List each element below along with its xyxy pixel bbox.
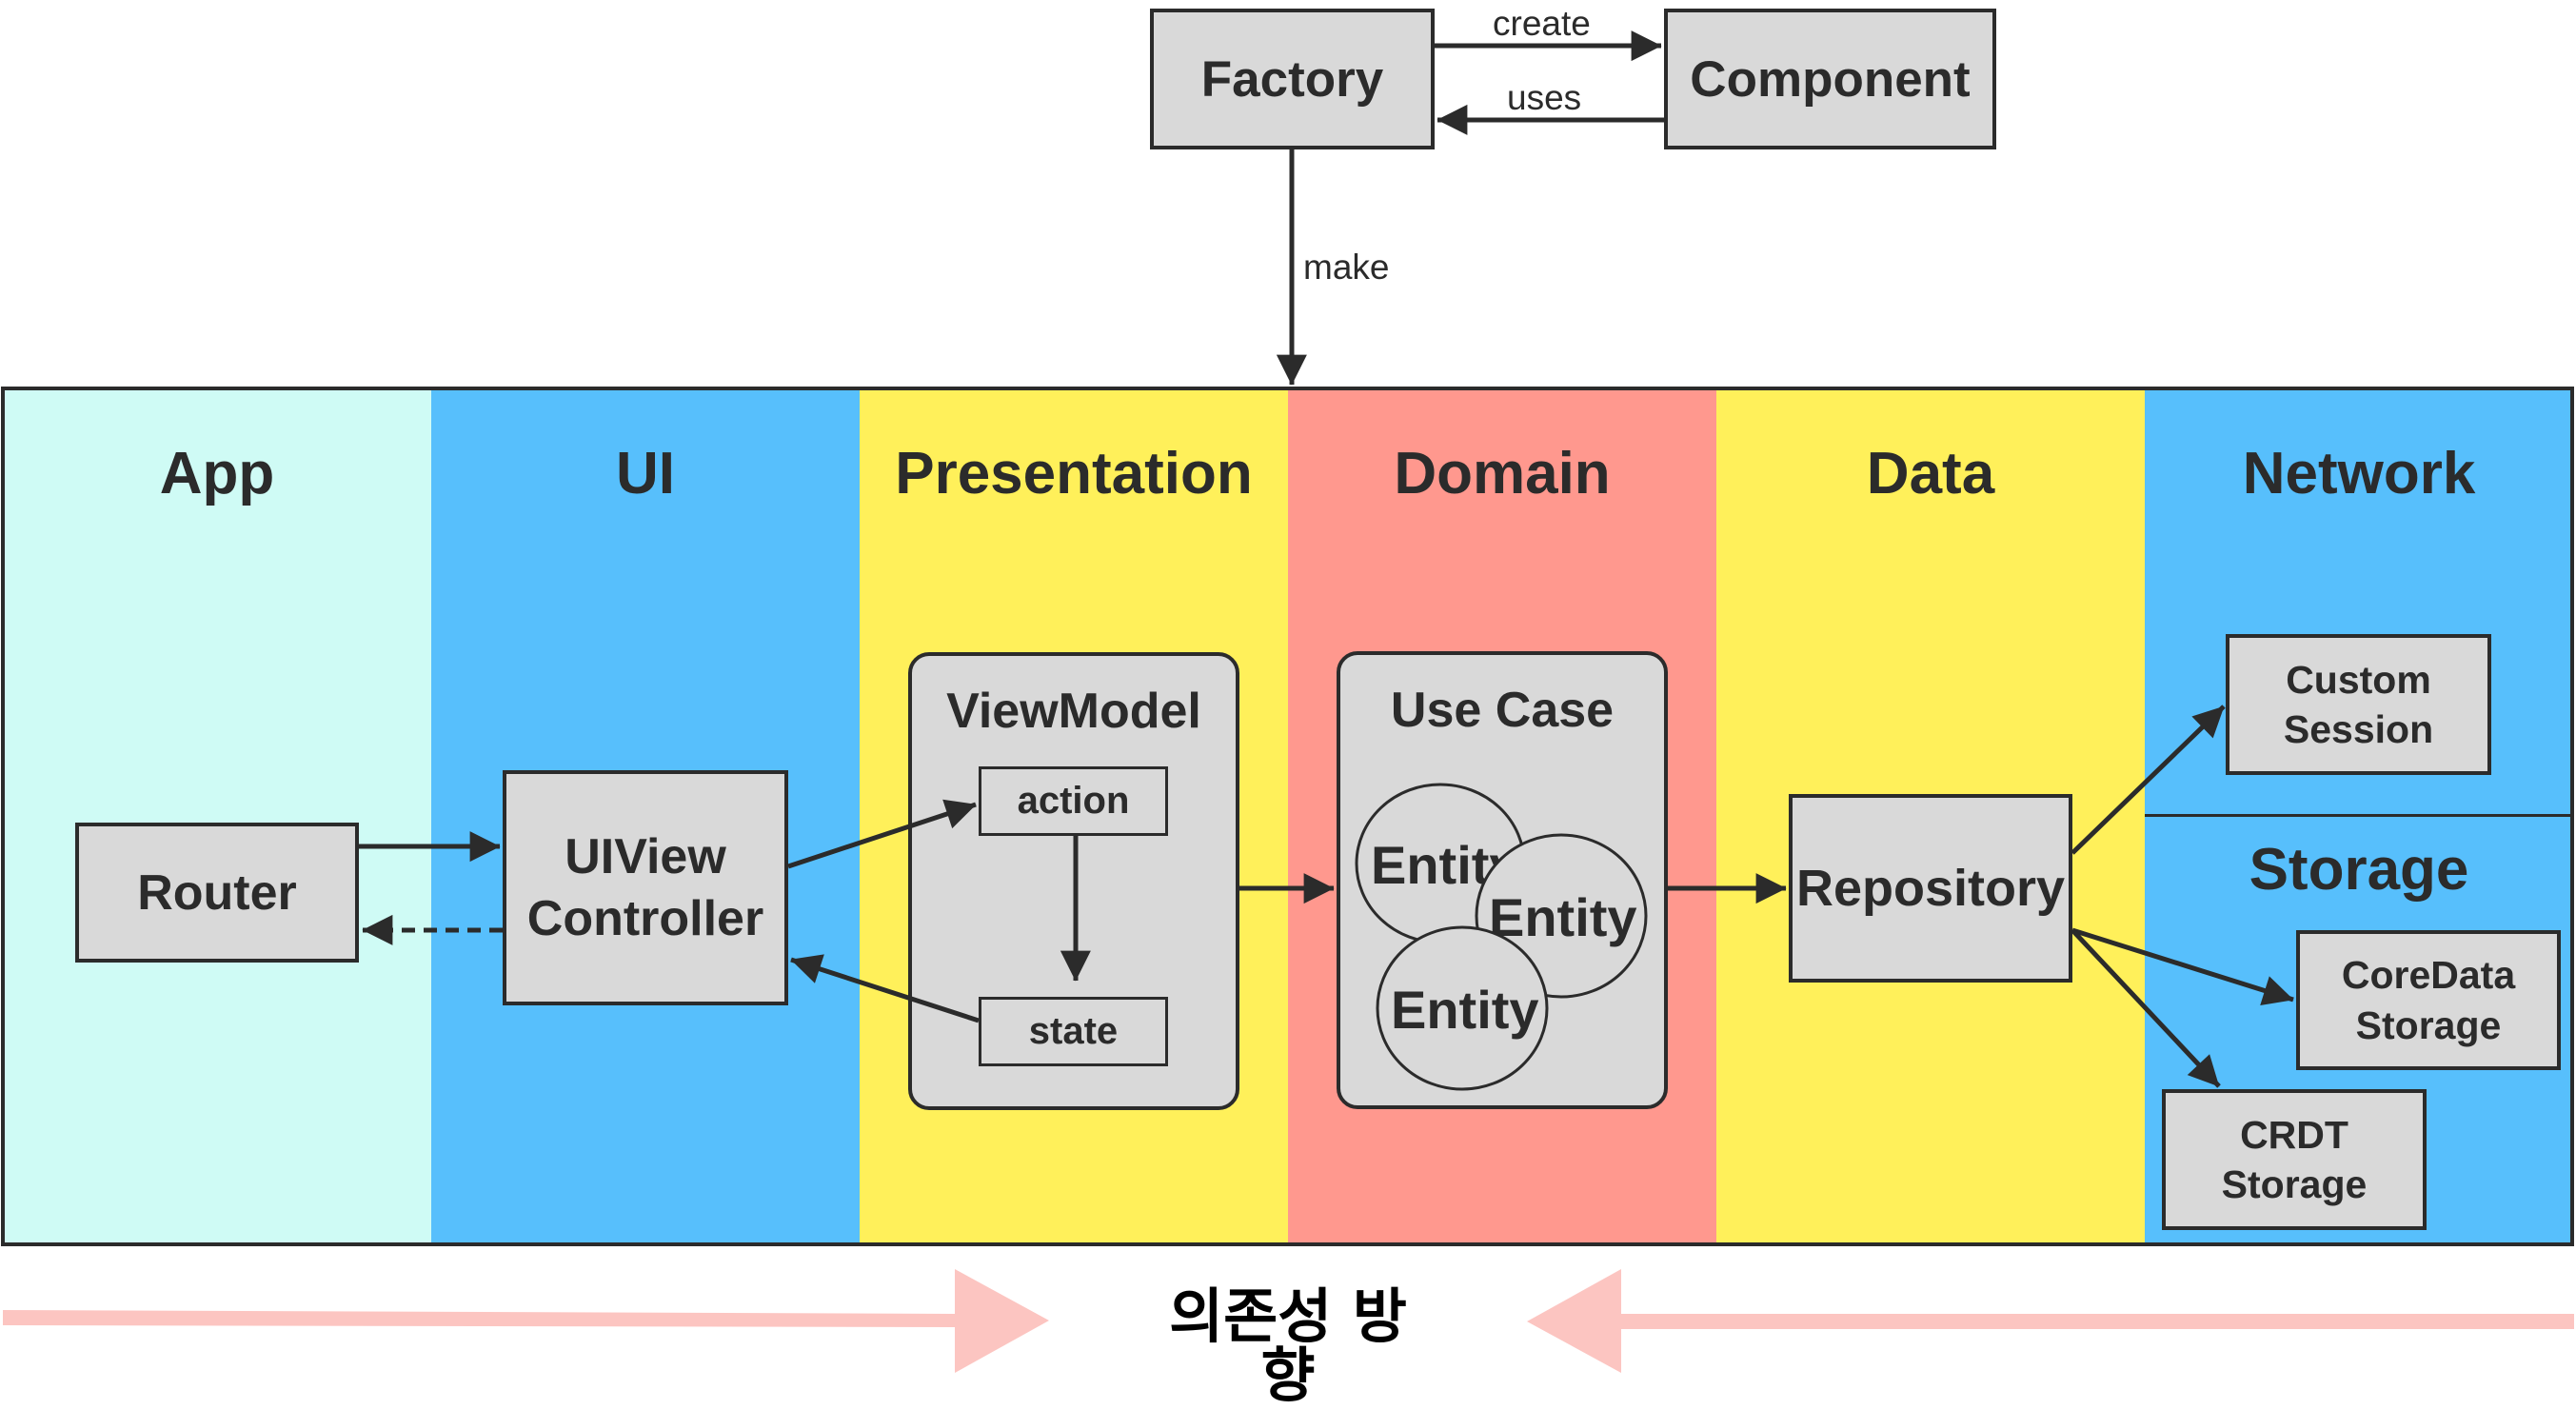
entity-3[interactable]: Entity (1376, 925, 1549, 1091)
controller-to-action-arrow (787, 799, 977, 869)
repository-to-custom-session-arrow (2071, 705, 2226, 855)
connectors-layer: Entity Entity Entity (3, 30, 2574, 1373)
architecture-diagram: App UI Presentation Domain Data Network … (0, 0, 2576, 1405)
entity-2-label: Entity (1489, 887, 1637, 947)
entity-3-label: Entity (1391, 980, 1539, 1040)
state-to-controller-arrow (790, 954, 980, 1023)
dependency-arrow-right (1527, 1269, 2574, 1373)
dependency-direction-label: 의존성 방향 (1169, 1281, 1407, 1410)
dependency-arrow-left (3, 1269, 1049, 1373)
